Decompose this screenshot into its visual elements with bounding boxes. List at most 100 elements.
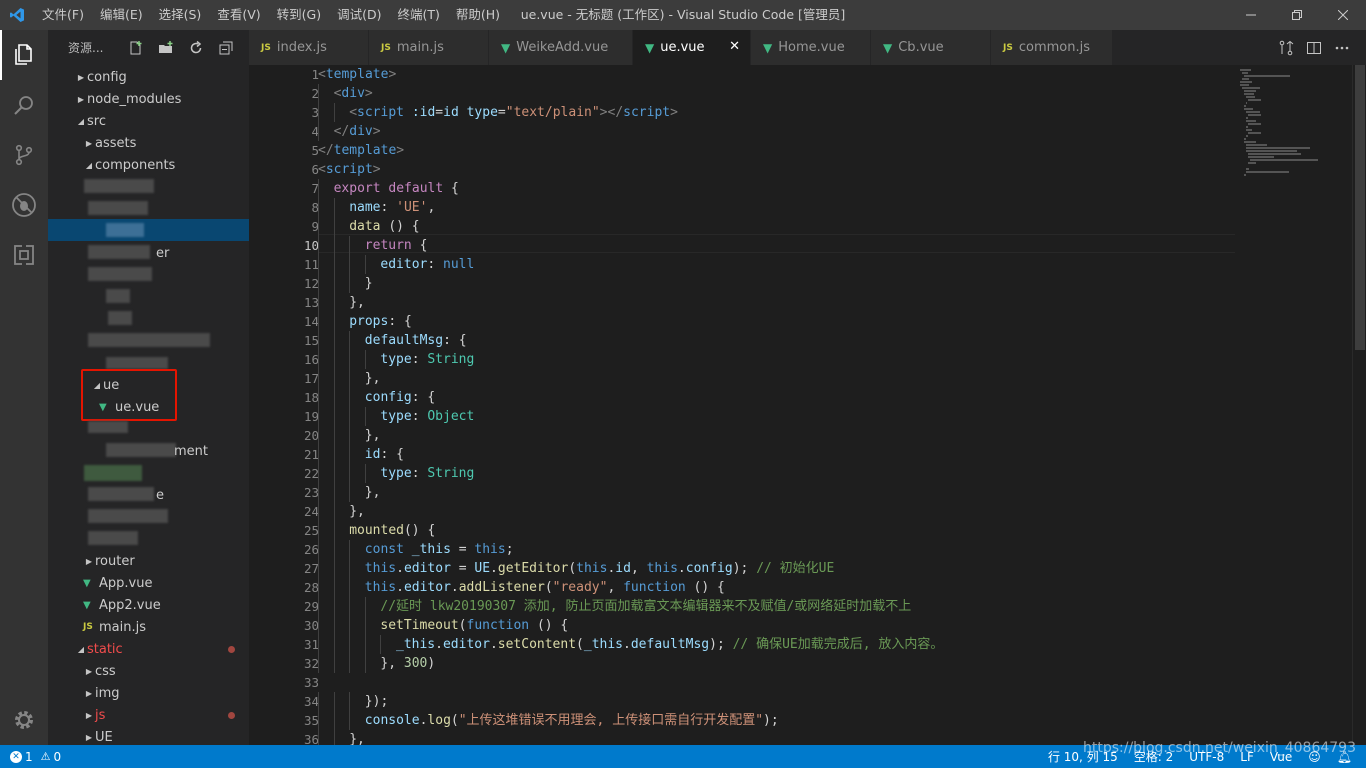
menu-view[interactable]: 查看(V)	[209, 0, 268, 30]
code-line[interactable]: this.editor = UE.getEditor(this.id, this…	[365, 559, 835, 578]
tree-item-node-modules[interactable]: ▶ node_modules	[48, 88, 249, 110]
code-line[interactable]: <script>	[318, 160, 381, 179]
tab-main-js[interactable]: JS main.js	[369, 30, 489, 65]
code-line[interactable]: },	[365, 483, 381, 502]
tree-item-img[interactable]: ▶ img	[48, 682, 249, 704]
restore-button[interactable]	[1274, 0, 1320, 30]
indentation[interactable]: 空格: 2	[1134, 748, 1174, 765]
split-editor-icon[interactable]	[1300, 36, 1328, 60]
code-line[interactable]: props: {	[349, 312, 412, 331]
menu-selection[interactable]: 选择(S)	[151, 0, 210, 30]
code-line[interactable]: },	[349, 293, 365, 312]
code-line[interactable]: type: Object	[380, 407, 474, 426]
tree-item-static[interactable]: ◢ static	[48, 638, 249, 660]
bell-icon[interactable]: 🔔︎	[1337, 750, 1352, 764]
tab-ue-vue[interactable]: ▼ ue.vue ✕	[633, 30, 751, 65]
code-token: setContent	[497, 637, 577, 652]
code-token: =	[497, 105, 506, 120]
tree-item-src[interactable]: ◢ src	[48, 110, 249, 132]
menu-terminal[interactable]: 终端(T)	[389, 0, 447, 30]
code-line[interactable]: },	[349, 502, 365, 521]
menu-go[interactable]: 转到(G)	[269, 0, 329, 30]
code-line[interactable]: }	[365, 274, 373, 293]
code-line[interactable]: </div>	[334, 122, 381, 141]
encoding[interactable]: UTF-8	[1189, 750, 1224, 764]
menu-file[interactable]: 文件(F)	[34, 0, 92, 30]
tree-item-app-vue[interactable]: ▼ App.vue	[48, 572, 249, 594]
tab-cb-vue[interactable]: ▼ Cb.vue	[871, 30, 991, 65]
code-line[interactable]: <script :id=id type="text/plain"></scrip…	[349, 103, 678, 122]
menu-debug[interactable]: 调试(D)	[329, 0, 389, 30]
more-actions-icon[interactable]	[1328, 36, 1356, 60]
tree-item-main-js[interactable]: JS main.js	[48, 616, 249, 638]
code-line[interactable]: mounted() {	[349, 521, 435, 540]
explorer-icon[interactable]	[0, 30, 48, 80]
tree-item-css[interactable]: ▶ css	[48, 660, 249, 682]
code-line[interactable]: _this.editor.setContent(_this.defaultMsg…	[396, 635, 943, 654]
code-line[interactable]: },	[349, 730, 365, 745]
code-line[interactable]: id: {	[365, 445, 404, 464]
code-line[interactable]: export default {	[334, 179, 459, 198]
close-window-button[interactable]	[1320, 0, 1366, 30]
code-token: },	[380, 656, 404, 671]
code-line[interactable]: return {	[365, 236, 428, 255]
new-folder-icon[interactable]	[154, 36, 178, 60]
code-line[interactable]: this.editor.addListener("ready", functio…	[365, 578, 725, 597]
tree-item-router[interactable]: ▶ router	[48, 550, 249, 572]
tree-item-assets[interactable]: ▶ assets	[48, 132, 249, 154]
tab-index-js[interactable]: JS index.js	[249, 30, 369, 65]
code-line[interactable]: config: {	[365, 388, 435, 407]
gear-icon[interactable]	[0, 703, 48, 737]
code-line[interactable]: },	[365, 369, 381, 388]
code-editor[interactable]: 1 2 3 4 5 6 7 8 9 10 11 12 13 14 15 16 17 18 19 20 21 22 23 24 2…	[249, 65, 1366, 745]
extensions-icon[interactable]	[0, 230, 48, 280]
problems-indicator[interactable]: ✕ 1 ⚠ 0	[0, 745, 61, 768]
scrollbar-thumb[interactable]	[1355, 65, 1365, 350]
menu-help[interactable]: 帮助(H)	[448, 0, 508, 30]
code-line[interactable]: type: String	[380, 350, 474, 369]
code-line[interactable]: defaultMsg: {	[365, 331, 467, 350]
code-line[interactable]: },	[365, 426, 381, 445]
code-line[interactable]: data () {	[349, 217, 419, 236]
indent-guide	[349, 426, 351, 445]
code-area[interactable]: <template> <div> <script :id=id type="text…	[318, 65, 1238, 745]
tree-item-label: e	[156, 487, 164, 503]
search-icon[interactable]	[0, 80, 48, 130]
cursor-position[interactable]: 行 10, 列 15	[1048, 748, 1118, 765]
tree-item-ue-static[interactable]: ▶ UE	[48, 726, 249, 745]
tree-item-components[interactable]: ◢ components	[48, 154, 249, 176]
tab-weikeadd-vue[interactable]: ▼ WeikeAdd.vue	[489, 30, 633, 65]
minimize-button[interactable]	[1228, 0, 1274, 30]
code-line[interactable]: type: String	[380, 464, 474, 483]
collapse-all-icon[interactable]	[214, 36, 238, 60]
code-line[interactable]: name: 'UE',	[349, 198, 435, 217]
tree-item-config[interactable]: ▶ config	[48, 66, 249, 88]
tab-home-vue[interactable]: ▼ Home.vue	[751, 30, 871, 65]
tab-common-js[interactable]: JS common.js	[991, 30, 1113, 65]
source-control-icon[interactable]	[0, 130, 48, 180]
code-line[interactable]: //延时 lkw20190307 添加, 防止页面加载富文本编辑器来不及赋值/或…	[380, 597, 911, 616]
new-file-icon[interactable]	[124, 36, 148, 60]
code-line[interactable]: setTimeout(function () {	[380, 616, 568, 635]
close-icon[interactable]: ✕	[729, 39, 740, 54]
code-line[interactable]: editor: null	[380, 255, 474, 274]
menu-edit[interactable]: 编辑(E)	[92, 0, 151, 30]
feedback-icon[interactable]: ☺	[1308, 750, 1321, 764]
code-line[interactable]: <template>	[318, 65, 396, 84]
language-mode[interactable]: Vue	[1270, 750, 1292, 764]
code-line[interactable]: console.log("上传这堆错误不用理会, 上传接口需自行开发配置");	[365, 711, 779, 730]
code-token: type	[466, 105, 498, 120]
code-line[interactable]: });	[365, 692, 388, 711]
line-ending[interactable]: LF	[1240, 750, 1254, 764]
code-line[interactable]: }, 300)	[380, 654, 435, 673]
code-line[interactable]: const _this = this;	[365, 540, 514, 559]
refresh-icon[interactable]	[184, 36, 208, 60]
code-line[interactable]: <div>	[334, 84, 373, 103]
tree-item-app2-vue[interactable]: ▼ App2.vue	[48, 594, 249, 616]
open-changes-icon[interactable]	[1272, 36, 1300, 60]
tree-item-js[interactable]: ▶ js	[48, 704, 249, 726]
minimap[interactable]	[1240, 65, 1350, 745]
code-line[interactable]: </template>	[318, 141, 404, 160]
vertical-scrollbar[interactable]	[1352, 65, 1366, 745]
debug-icon[interactable]	[0, 180, 48, 230]
